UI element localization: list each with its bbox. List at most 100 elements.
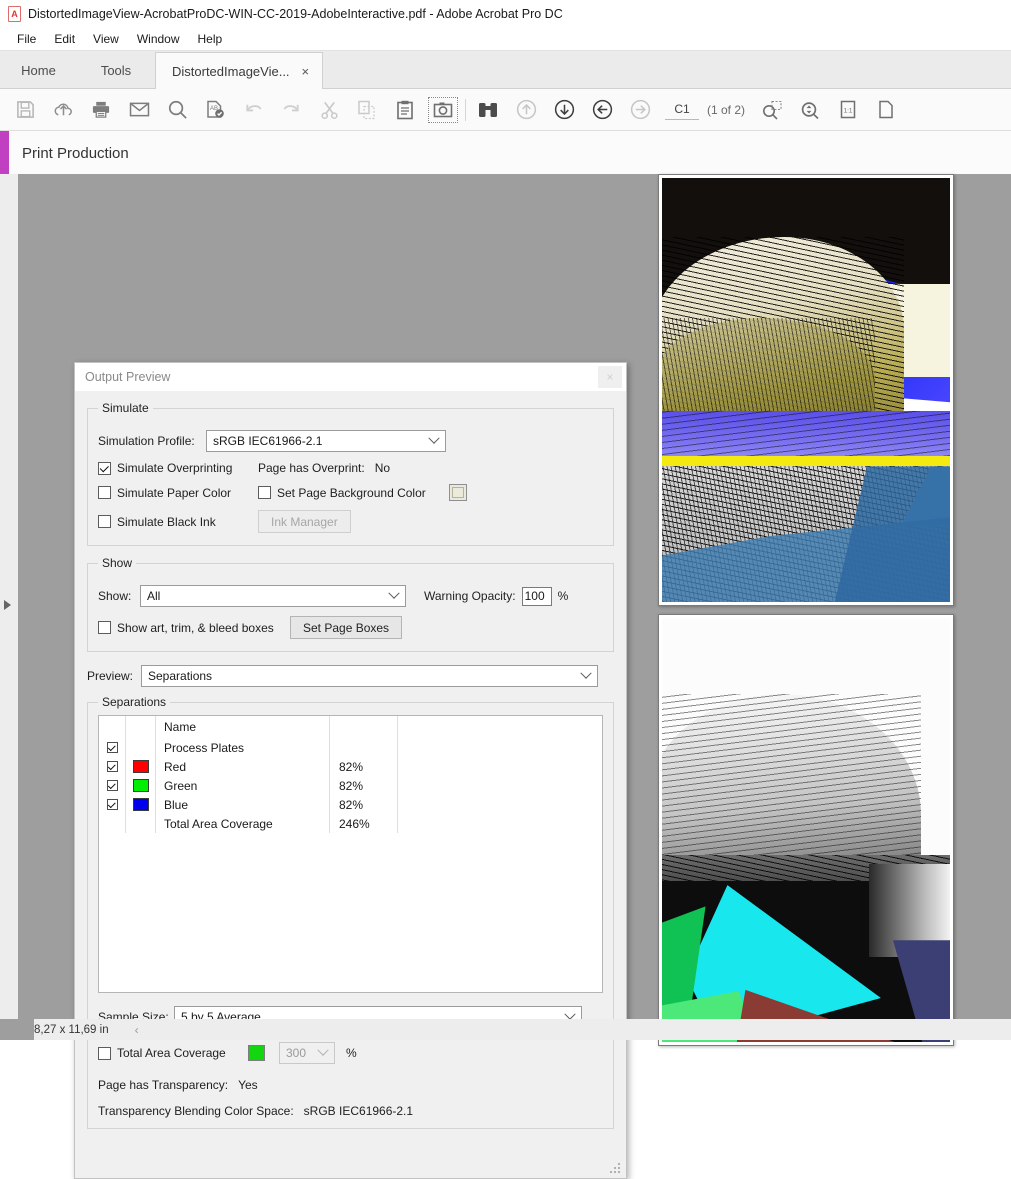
acrobat-window: A DistortedImageView-AcrobatProDC-WIN-CC… <box>0 0 1011 1179</box>
page-thumbnail-2[interactable] <box>658 614 954 1046</box>
preview-value: Separations <box>148 669 213 683</box>
chevron-left-icon[interactable]: ‹ <box>135 1023 139 1037</box>
simulate-black-ink-label: Simulate Black Ink <box>117 514 216 529</box>
checkbox-icon <box>98 486 111 499</box>
simulate-paper-color-label: Simulate Paper Color <box>117 485 232 500</box>
background-color-swatch[interactable] <box>448 484 467 501</box>
page-up-icon[interactable] <box>507 93 545 127</box>
marquee-zoom-icon[interactable] <box>791 93 829 127</box>
upload-cloud-icon[interactable] <box>44 93 82 127</box>
preview-label: Preview: <box>87 669 134 683</box>
ink-manager-button[interactable]: Ink Manager <box>258 510 351 533</box>
tac-color-swatch[interactable] <box>248 1045 265 1061</box>
menu-edit[interactable]: Edit <box>45 30 84 48</box>
show-value: All <box>147 589 161 603</box>
zoom-select-icon[interactable] <box>753 93 791 127</box>
simulate-overprinting-checkbox[interactable]: Simulate Overprinting <box>98 461 258 475</box>
redo-icon[interactable] <box>272 93 310 127</box>
preview-select[interactable]: Separations <box>141 665 598 687</box>
simulation-profile-label: Simulation Profile: <box>98 434 195 448</box>
row-checkbox-icon[interactable] <box>106 780 118 791</box>
svg-text:1:1: 1:1 <box>844 107 853 114</box>
cut-icon[interactable] <box>310 93 348 127</box>
tab-tools[interactable]: Tools <box>77 52 155 88</box>
simulate-overprinting-row: Simulate Overprinting Page has Overprint… <box>98 461 603 475</box>
search-icon[interactable] <box>158 93 196 127</box>
page-has-transparency-value: Yes <box>238 1078 258 1092</box>
menu-file[interactable]: File <box>8 30 45 48</box>
page-number-input[interactable] <box>665 99 699 120</box>
menu-help[interactable]: Help <box>189 30 232 48</box>
tac-value-select[interactable]: 300 <box>279 1042 335 1064</box>
status-bar: 8,27 x 11,69 in ‹ <box>0 1019 1011 1040</box>
binoculars-icon[interactable] <box>469 93 507 127</box>
separations-table[interactable]: Name Process Plates Red 82% Green 82% Bl… <box>98 715 603 993</box>
page-title: Print Production <box>22 145 129 162</box>
page-has-transparency-label: Page has Transparency: <box>98 1078 229 1092</box>
undo-icon[interactable] <box>234 93 272 127</box>
checkbox-icon <box>258 486 271 499</box>
set-page-background-color-checkbox[interactable]: Set Page Background Color <box>258 486 426 500</box>
tab-document[interactable]: DistortedImageVie... × <box>155 52 324 89</box>
menu-window[interactable]: Window <box>128 30 189 48</box>
show-boxes-row: Show art, trim, & bleed boxes Set Page B… <box>98 616 603 639</box>
row-percent: 82% <box>330 776 398 795</box>
simulate-black-ink-checkbox[interactable]: Simulate Black Ink <box>98 515 258 529</box>
row-percent: 82% <box>330 795 398 814</box>
set-page-boxes-button[interactable]: Set Page Boxes <box>290 616 403 639</box>
row-checkbox-icon[interactable] <box>106 761 118 772</box>
print-production-header: Print Production <box>0 131 1011 177</box>
chevron-down-icon <box>383 586 405 606</box>
preview-row: Preview: Separations <box>87 665 614 687</box>
page-size-label: 8,27 x 11,69 in <box>34 1023 109 1036</box>
actual-size-icon[interactable]: 1:1 <box>829 93 867 127</box>
email-icon[interactable] <box>120 93 158 127</box>
warning-opacity-input[interactable] <box>521 586 552 606</box>
show-select[interactable]: All <box>140 585 406 607</box>
output-preview-dialog: Output Preview × Simulate Simulation Pro… <box>74 362 627 1179</box>
row-checkbox-icon[interactable] <box>106 799 118 810</box>
copy-icon[interactable] <box>348 93 386 127</box>
tab-strip: Home Tools DistortedImageVie... × <box>0 51 1011 89</box>
swatch-fill <box>451 487 464 498</box>
workspace: Output Preview × Simulate Simulation Pro… <box>0 174 1011 1179</box>
menu-view[interactable]: View <box>84 30 128 48</box>
simulation-profile-select[interactable]: sRGB IEC61966-2.1 <box>206 430 446 452</box>
table-row[interactable]: Green 82% <box>99 776 602 795</box>
table-row[interactable]: Process Plates <box>99 738 602 757</box>
checkbox-icon <box>98 621 111 634</box>
close-icon[interactable]: × <box>598 366 622 388</box>
total-area-coverage-checkbox[interactable]: Total Area Coverage <box>98 1046 248 1060</box>
spellcheck-icon[interactable]: AB <box>196 93 234 127</box>
page-thumbnail-1[interactable] <box>658 174 954 606</box>
show-boxes-checkbox[interactable]: Show art, trim, & bleed boxes <box>98 621 290 635</box>
tab-home[interactable]: Home <box>0 52 77 88</box>
previous-view-icon[interactable] <box>583 93 621 127</box>
page-has-overprint-label: Page has Overprint: <box>258 461 365 475</box>
warning-opacity-percent: % <box>557 589 569 603</box>
row-percent <box>330 738 398 757</box>
snapshot-icon[interactable] <box>424 93 462 127</box>
page-down-icon[interactable] <box>545 93 583 127</box>
table-row[interactable]: Red 82% <box>99 757 602 776</box>
fit-page-icon[interactable] <box>867 93 905 127</box>
table-row[interactable]: Blue 82% <box>99 795 602 814</box>
checkbox-icon <box>98 461 111 475</box>
expand-panel-arrow-icon[interactable] <box>4 600 11 610</box>
column-header-name: Name <box>156 716 330 738</box>
pdf-document-icon: A <box>8 6 21 22</box>
dialog-title-bar[interactable]: Output Preview × <box>75 363 626 391</box>
simulate-paper-color-checkbox[interactable]: Simulate Paper Color <box>98 486 258 500</box>
resize-grip-icon[interactable] <box>610 1163 621 1174</box>
paste-icon[interactable] <box>386 93 424 127</box>
window-title: DistortedImageView-AcrobatProDC-WIN-CC-2… <box>28 7 563 21</box>
chevron-down-icon <box>575 666 597 686</box>
print-icon[interactable] <box>82 93 120 127</box>
left-panel-rail[interactable] <box>0 174 18 1019</box>
save-icon[interactable] <box>6 93 44 127</box>
table-row: Total Area Coverage 246% <box>99 814 602 833</box>
next-view-icon[interactable] <box>621 93 659 127</box>
ink-swatch-blue <box>132 798 149 811</box>
row-checkbox-icon[interactable] <box>106 742 118 753</box>
close-icon[interactable]: × <box>299 63 313 80</box>
